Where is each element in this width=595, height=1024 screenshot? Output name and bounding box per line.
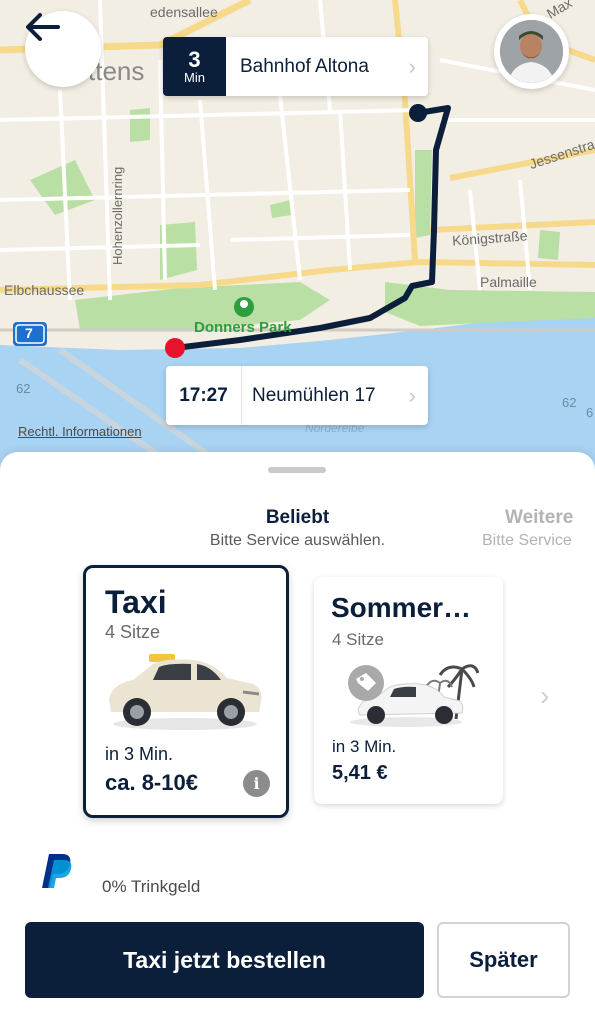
paypal-icon[interactable]: [40, 852, 74, 890]
user-photo-icon: [500, 20, 563, 83]
schedule-later-button[interactable]: Später: [437, 922, 570, 998]
tip-setting[interactable]: 0% Trinkgeld: [102, 877, 200, 897]
service-seats: 4 Sitze: [105, 622, 161, 642]
info-icon[interactable]: i: [243, 770, 270, 797]
destination-card[interactable]: 17:27 Neumühlen 17 ›: [166, 366, 428, 425]
service-name: Taxi: [105, 584, 167, 620]
summer-car-icon: [348, 664, 479, 727]
chevron-right-icon: ›: [408, 382, 416, 408]
map-street-label: edensallee: [150, 4, 218, 20]
map-view[interactable]: edensallee ttens Hohenzollernring Jessen…: [0, 0, 595, 470]
service-name: Sommer…: [331, 592, 472, 623]
park-label: Donners Park: [194, 319, 292, 336]
pickup-location: Bahnhof Altona: [240, 55, 369, 77]
pickup-eta-badge: 3 Min: [163, 37, 226, 96]
highway-badge-label: 7: [25, 325, 33, 341]
taxi-car-icon: [109, 654, 262, 730]
legal-info-link[interactable]: Rechtl. Informationen: [18, 424, 142, 439]
map-street-label: Hohenzollernring: [110, 166, 125, 265]
map-number-label: 62: [562, 395, 577, 410]
pickup-card[interactable]: 3 Min Bahnhof Altona ›: [163, 37, 428, 96]
back-button[interactable]: [25, 11, 101, 87]
chevron-right-icon[interactable]: ›: [540, 680, 549, 712]
category-subtitle: Bitte Service auswählen.: [209, 532, 386, 549]
map-street-label: Palmaille: [480, 274, 537, 290]
avatar: [500, 20, 563, 83]
service-card-taxi[interactable]: Taxi 4 Sitze in 3 Min. ca. 8-10€ i: [83, 565, 289, 818]
category-title: Beliebt: [265, 507, 330, 528]
pickup-eta-number: 3: [188, 46, 201, 72]
service-seats: 4 Sitze: [332, 630, 384, 649]
pickup-eta-unit: Min: [184, 69, 205, 85]
map-number-label: 6: [586, 405, 594, 420]
destination-location: Neumühlen 17: [252, 384, 376, 406]
service-price: ca. 8-10€: [105, 770, 198, 795]
order-taxi-button[interactable]: Taxi jetzt bestellen: [25, 922, 424, 998]
category-title: Weitere: [505, 507, 574, 528]
booking-sheet: Beliebt Bitte Service auswählen. Weitere…: [0, 452, 595, 1024]
category-subtitle: Bitte Service: [482, 532, 572, 549]
service-price: 5,41 €: [332, 762, 388, 784]
arrival-time: 17:27: [166, 366, 242, 425]
service-card-sommer[interactable]: Sommer… 4 Sitze in 3 Min. 5,41 €: [314, 577, 503, 804]
chevron-right-icon: ›: [408, 53, 416, 79]
service-eta: in 3 Min.: [105, 744, 174, 764]
map-street-label: Elbchaussee: [4, 282, 85, 298]
category-tab-more[interactable]: Weitere Bitte Service: [480, 507, 595, 550]
service-eta: in 3 Min.: [332, 737, 397, 756]
map-number-label: 62: [16, 381, 31, 396]
drag-handle[interactable]: [268, 467, 326, 473]
profile-avatar-button[interactable]: [494, 14, 569, 89]
category-tab-popular[interactable]: Beliebt Bitte Service auswählen.: [185, 507, 410, 550]
back-arrow-icon: [26, 13, 60, 41]
